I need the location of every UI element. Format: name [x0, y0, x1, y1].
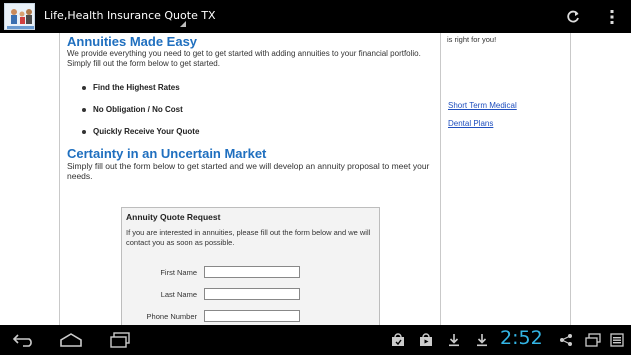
link-dental-plans[interactable]: Dental Plans [448, 119, 493, 128]
download-icon-2[interactable] [472, 325, 492, 355]
last-name-label: Last Name [160, 290, 197, 299]
bullet-dot-icon [82, 129, 86, 134]
app-title: Life,Health Insurance Quote TX [44, 9, 216, 22]
bullet-item: No Obligation / No Cost [82, 105, 183, 114]
form-title: Annuity Quote Request [126, 212, 221, 222]
sidebar-column: is right for you! Short Term Medical Den… [440, 33, 571, 325]
form-row-first-name: First Name [122, 266, 379, 280]
play-store-icon[interactable] [416, 325, 436, 355]
back-icon[interactable] [8, 325, 40, 355]
system-nav-bar: 2:52 [0, 325, 631, 355]
shopping-bag-icon[interactable] [388, 325, 408, 355]
phone-number-label: Phone Number [146, 312, 197, 321]
bullet-item: Find the Highest Rates [82, 83, 180, 92]
status-clock: 2:52 [500, 327, 543, 349]
link-short-term-medical[interactable]: Short Term Medical [448, 101, 517, 110]
heading-annuities-made-easy: Annuities Made Easy [67, 34, 198, 49]
first-name-field[interactable] [204, 266, 300, 278]
bullet-dot-icon [82, 107, 86, 112]
bullet-item: Quickly Receive Your Quote [82, 127, 199, 136]
app-logo-icon[interactable] [4, 3, 35, 30]
last-name-field[interactable] [204, 288, 300, 300]
action-bar: Life,Health Insurance Quote TX [0, 0, 631, 33]
heading-certainty: Certainty in an Uncertain Market [67, 146, 267, 161]
title-dropdown-caret-icon [180, 21, 186, 27]
recent-apps-icon[interactable] [104, 325, 136, 355]
phone-number-field[interactable] [204, 310, 300, 322]
main-content-column: Annuities Made Easy We provide everythin… [59, 33, 441, 325]
first-name-label: First Name [160, 268, 197, 277]
annuity-quote-form: Annuity Quote Request If you are interes… [121, 207, 380, 325]
menu-icon[interactable] [606, 325, 628, 355]
form-intro: If you are interested in annuities, plea… [126, 228, 371, 247]
sidebar-text: is right for you! [447, 35, 497, 44]
web-view[interactable]: Annuities Made Easy We provide everythin… [0, 33, 631, 325]
window-icon[interactable] [582, 325, 604, 355]
intro-paragraph: We provide everything you need to get to… [67, 49, 421, 68]
refresh-icon[interactable] [557, 0, 589, 33]
form-row-last-name: Last Name [122, 288, 379, 302]
form-row-phone: Phone Number [122, 310, 379, 324]
certainty-paragraph: Simply fill out the form below to get st… [67, 161, 430, 181]
download-icon[interactable] [444, 325, 464, 355]
overflow-menu-icon[interactable] [596, 0, 628, 33]
share-icon[interactable] [556, 325, 576, 355]
home-icon[interactable] [55, 325, 87, 355]
bullet-dot-icon [82, 85, 86, 90]
